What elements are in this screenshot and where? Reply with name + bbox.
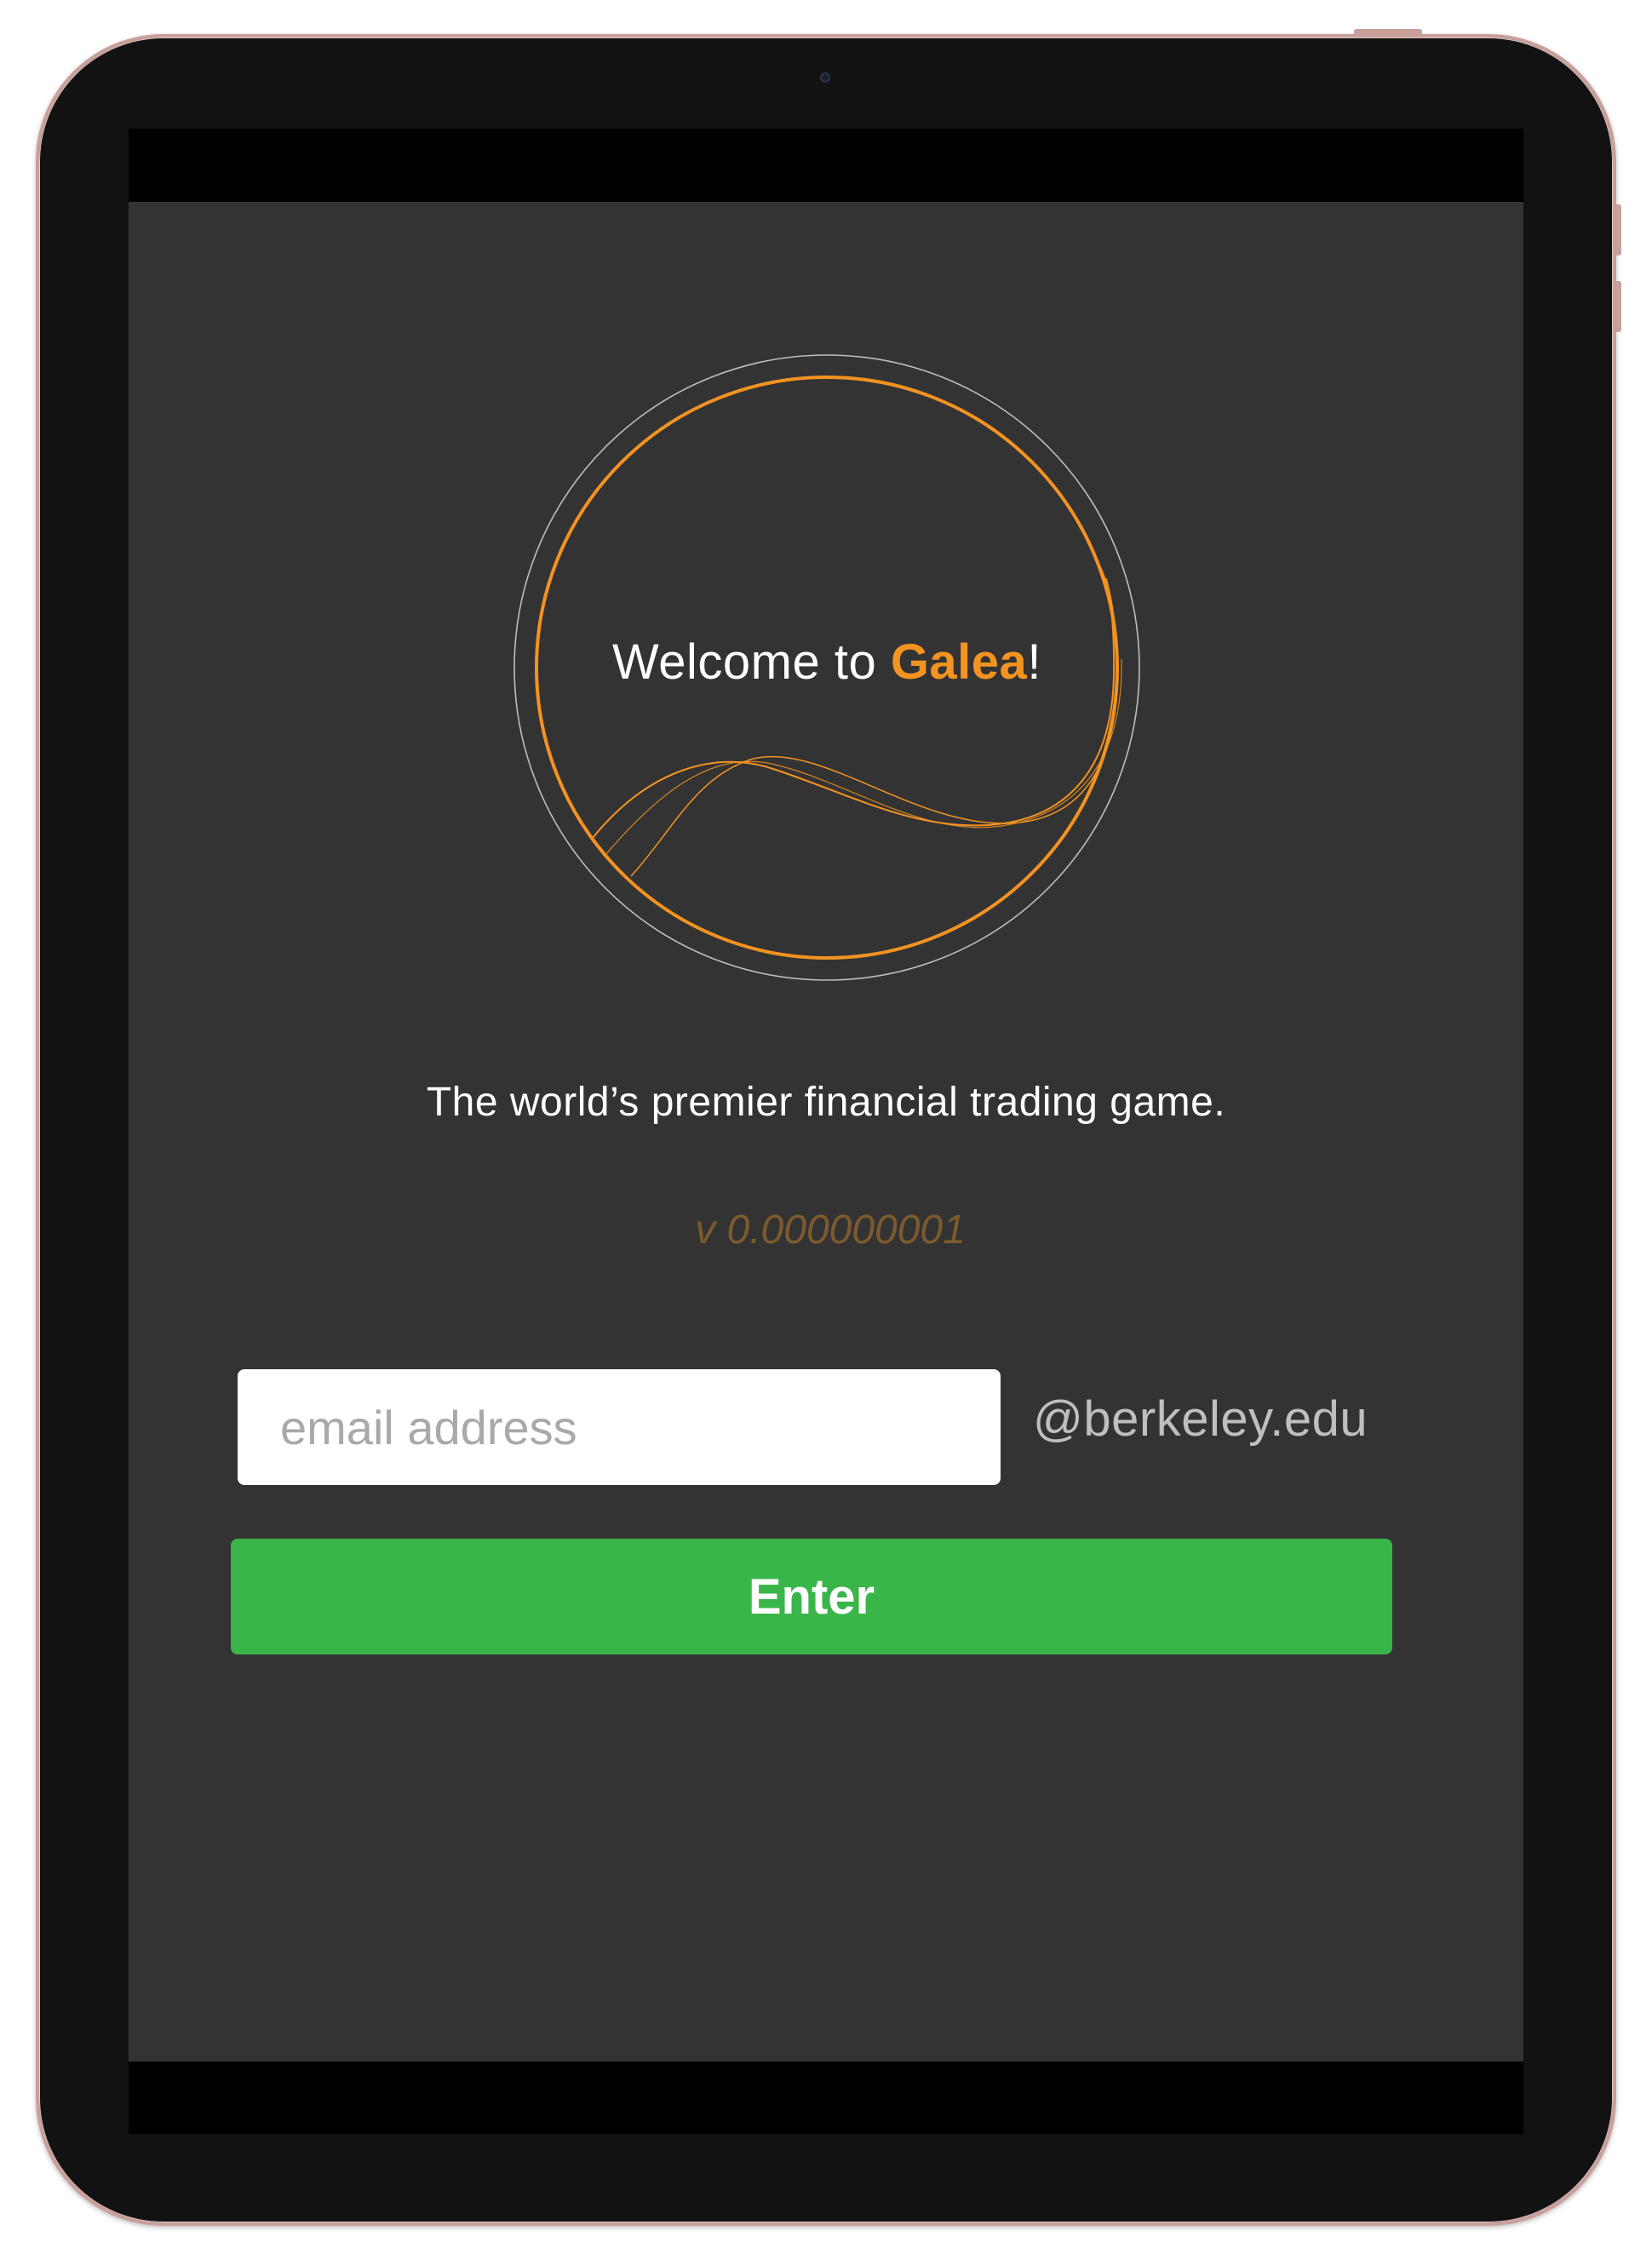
login-screen: Welcome to Galea! The world’s premier fi… bbox=[129, 202, 1523, 2061]
version-label: v 0.000000001 bbox=[695, 1207, 966, 1253]
enter-button[interactable]: Enter bbox=[231, 1539, 1392, 1654]
front-camera bbox=[820, 72, 830, 83]
welcome-heading: Welcome to Galea! bbox=[512, 634, 1142, 691]
top-letterbox-bar bbox=[129, 129, 1523, 202]
bottom-letterbox-bar bbox=[129, 2061, 1523, 2134]
tagline: The world’s premier financial trading ga… bbox=[426, 1080, 1226, 1125]
top-power-button bbox=[1354, 29, 1422, 34]
volume-up-button bbox=[1616, 204, 1621, 255]
wave-line-2 bbox=[630, 577, 1118, 877]
email-domain-suffix: @berkeley.edu bbox=[1033, 1391, 1368, 1447]
wave-line-1 bbox=[592, 565, 1116, 839]
galea-logo: Welcome to Galea! bbox=[512, 353, 1142, 983]
email-field[interactable] bbox=[238, 1369, 1001, 1485]
screen: Welcome to Galea! The world’s premier fi… bbox=[129, 129, 1523, 2134]
welcome-prefix: Welcome to bbox=[612, 634, 891, 690]
welcome-suffix: ! bbox=[1027, 634, 1041, 690]
volume-down-button bbox=[1616, 281, 1621, 332]
brand-name: Galea bbox=[890, 634, 1028, 690]
